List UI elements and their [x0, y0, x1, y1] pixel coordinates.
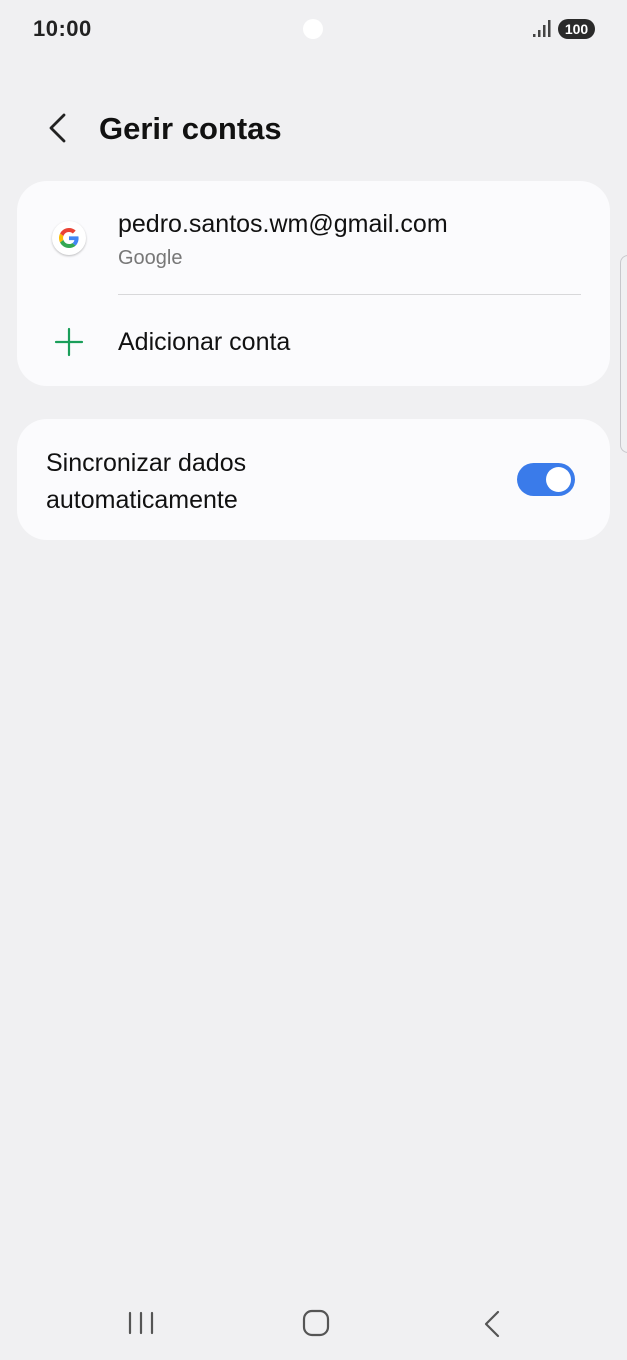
screen: 10:00 100 Gerir contas pedro.santos.wm@g…	[0, 0, 627, 1360]
battery-badge: 100	[558, 19, 595, 39]
add-account-button[interactable]: Adicionar conta	[17, 295, 610, 386]
sync-toggle[interactable]	[517, 463, 575, 496]
signal-bars-icon	[533, 20, 551, 37]
navigation-bar	[0, 1290, 627, 1360]
edge-panel-handle[interactable]	[620, 255, 627, 453]
camera-cutout	[303, 19, 323, 39]
account-type: Google	[118, 247, 183, 269]
recents-icon[interactable]	[127, 1310, 155, 1336]
add-account-label: Adicionar conta	[118, 328, 291, 356]
accounts-card: pedro.santos.wm@gmail.com Google Adicion…	[17, 181, 610, 386]
plus-icon	[54, 327, 84, 357]
account-email: pedro.santos.wm@gmail.com	[118, 210, 448, 238]
sync-card: Sincronizar dados automaticamente	[17, 419, 610, 540]
back-icon[interactable]	[480, 1308, 504, 1340]
page-title: Gerir contas	[99, 111, 282, 146]
toggle-knob	[546, 467, 571, 492]
status-bar: 10:00 100	[0, 0, 627, 58]
home-icon[interactable]	[302, 1309, 330, 1337]
sync-label: Sincronizar dados automaticamente	[46, 449, 247, 514]
header: Gerir contas	[0, 100, 627, 160]
google-logo-icon	[52, 221, 86, 255]
chevron-left-icon[interactable]	[44, 110, 72, 146]
status-time: 10:00	[33, 16, 92, 41]
account-item-google[interactable]: pedro.santos.wm@gmail.com Google	[17, 181, 610, 295]
